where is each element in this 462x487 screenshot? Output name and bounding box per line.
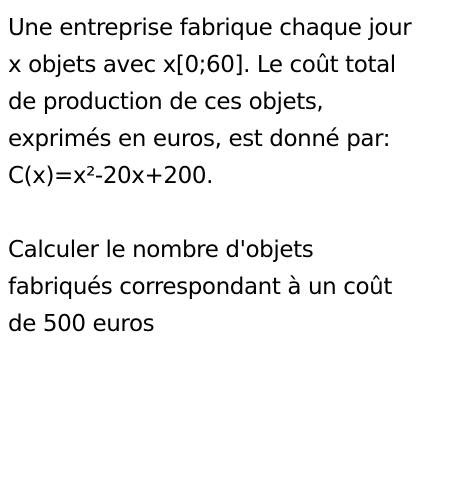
statement-line: exprimés en euros, est donné par: xyxy=(8,126,391,152)
problem-text: Une entreprise fabrique chaque jour x ob… xyxy=(8,10,454,343)
cost-formula: C(x)=x²-20x+200. xyxy=(8,163,213,189)
question-line: Calculer le nombre d'objets xyxy=(8,237,314,263)
problem-statement: Une entreprise fabrique chaque jour x ob… xyxy=(8,10,454,195)
statement-line: de production de ces objets, xyxy=(8,89,324,115)
statement-line: Une entreprise fabrique chaque jour xyxy=(8,15,412,41)
question-line: fabriqués correspondant à un coût xyxy=(8,274,392,300)
problem-question: Calculer le nombre d'objets fabriqués co… xyxy=(8,232,454,343)
question-line: de 500 euros xyxy=(8,311,155,337)
statement-line: x objets avec x[0;60]. Le coût total xyxy=(8,52,396,78)
